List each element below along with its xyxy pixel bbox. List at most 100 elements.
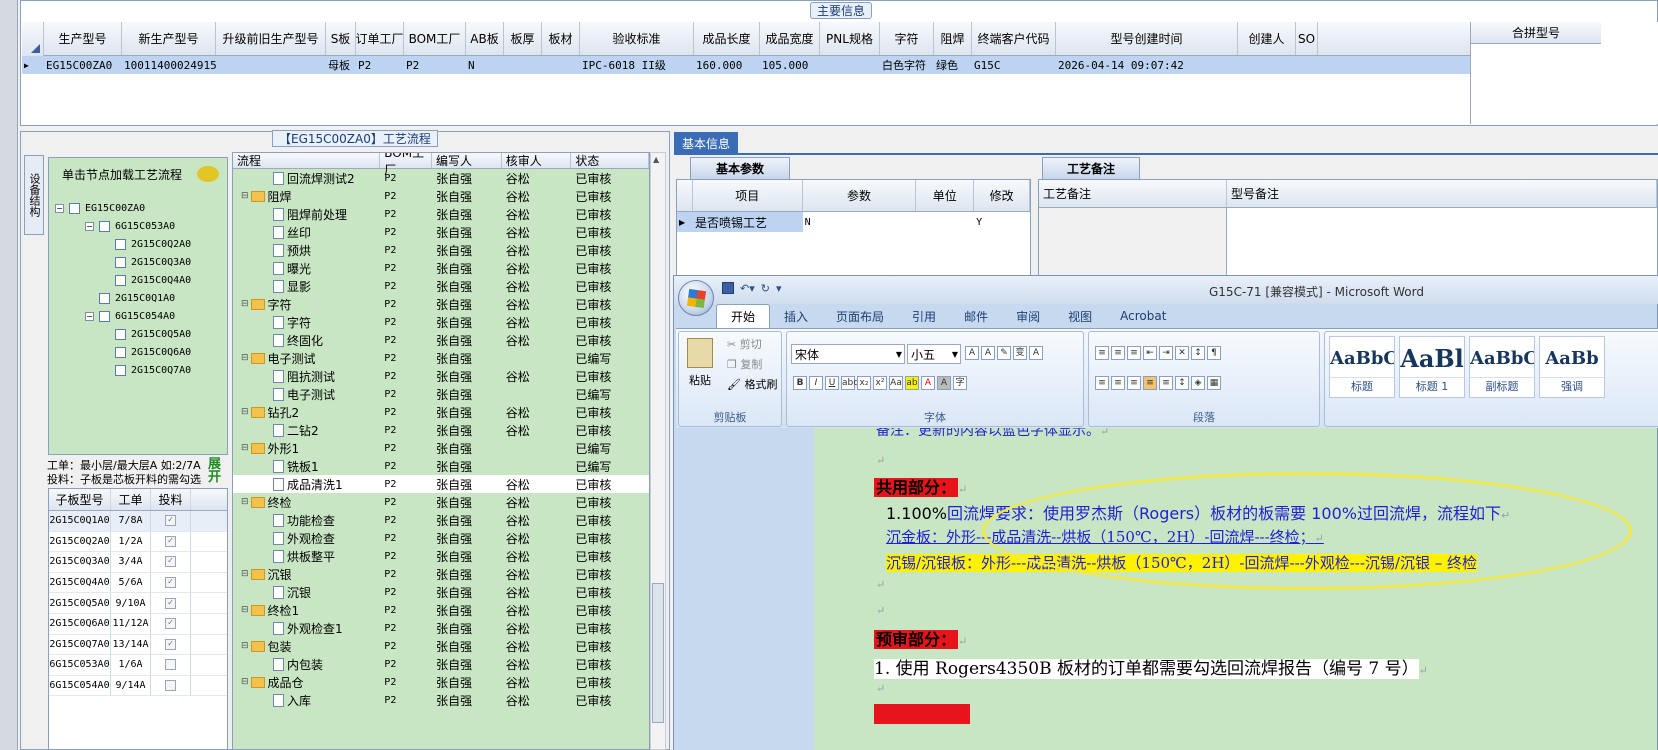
params-row[interactable]: ▶ 是否喷锡工艺 N Y bbox=[677, 212, 1030, 232]
sub-board-order[interactable]: 11/12A bbox=[111, 613, 151, 634]
collapse-icon[interactable]: ⊟ bbox=[241, 641, 249, 651]
scroll-up-icon[interactable]: ▲ bbox=[653, 155, 659, 164]
ribbon-tab[interactable]: 引用 bbox=[898, 304, 950, 328]
grid-cell[interactable]: 105.000 bbox=[760, 56, 820, 74]
bullets-icon[interactable]: ≡ bbox=[1095, 346, 1109, 360]
grow-font-icon[interactable]: A bbox=[965, 346, 979, 360]
increase-indent-icon[interactable]: ⇥ bbox=[1159, 346, 1173, 360]
ribbon-tab[interactable]: 视图 bbox=[1054, 304, 1106, 328]
column-header[interactable]: 终端客户代码 bbox=[972, 22, 1056, 55]
tree-node[interactable]: 2G15C0Q1A0 bbox=[99, 290, 175, 306]
grid-cell[interactable]: IPC-6018 II级 bbox=[580, 56, 694, 74]
tree-node[interactable]: 6G15C054A0 bbox=[99, 308, 175, 324]
superscript-icon[interactable]: x² bbox=[873, 376, 887, 390]
show-marks-icon[interactable]: ¶ bbox=[1207, 346, 1221, 360]
flow-row[interactable]: 外观检查1 P2 张自强 谷松 已审核 bbox=[233, 619, 649, 637]
save-icon[interactable] bbox=[722, 282, 734, 294]
style-gallery-item[interactable]: AaBl 标题 1 bbox=[1399, 336, 1465, 398]
style-gallery-item[interactable]: AaBb 强调 bbox=[1539, 336, 1605, 398]
feed-checkbox[interactable]: ✓ bbox=[165, 638, 176, 650]
column-header[interactable]: S板 bbox=[326, 22, 356, 55]
borders-icon[interactable]: ▦ bbox=[1207, 376, 1221, 390]
style-gallery-item[interactable]: AaBbC 标题 bbox=[1329, 336, 1395, 398]
clear-format-icon[interactable]: ✎ bbox=[997, 346, 1011, 360]
decrease-indent-icon[interactable]: ⇤ bbox=[1143, 346, 1157, 360]
column-header[interactable]: 型号创建时间 bbox=[1056, 22, 1238, 55]
flow-row[interactable]: 终固化 P2 张自强 谷松 已审核 bbox=[233, 331, 649, 349]
column-header[interactable]: 板材 bbox=[542, 22, 580, 55]
sub-board-row[interactable]: 6G15C054A0 9/14A bbox=[49, 675, 227, 697]
sub-board-row[interactable]: 6G15C053A0 1/6A bbox=[49, 655, 227, 676]
flow-row[interactable]: 阻抗测试 P2 张自强 谷松 已审核 bbox=[233, 367, 649, 385]
grid-cell[interactable]: G15C bbox=[972, 56, 1056, 74]
ribbon-tab[interactable]: 页面布局 bbox=[822, 304, 898, 328]
align-left-icon[interactable]: ≡ bbox=[1095, 376, 1109, 390]
feed-checkbox[interactable]: ✓ bbox=[165, 577, 176, 589]
sub-board-order[interactable]: 5/6A bbox=[111, 572, 151, 593]
italic-icon[interactable]: I bbox=[809, 376, 823, 390]
sub-column-header[interactable]: 工单 bbox=[111, 489, 151, 510]
flow-row[interactable]: 外观检查 P2 张自强 谷松 已审核 bbox=[233, 529, 649, 547]
justify-icon[interactable]: ≡ bbox=[1143, 376, 1157, 390]
flow-row[interactable]: 显影 P2 张自强 谷松 已审核 bbox=[233, 277, 649, 295]
paste-icon[interactable] bbox=[687, 338, 713, 368]
grid-cell[interactable]: 160.000 bbox=[694, 56, 760, 74]
flow-row[interactable]: 丝印 P2 张自强 谷松 已审核 bbox=[233, 223, 649, 241]
param-column-header[interactable]: 单位 bbox=[916, 180, 975, 211]
tree-node[interactable]: 6G15C053A0 bbox=[99, 218, 175, 234]
feed-checkbox[interactable]: ✓ bbox=[165, 556, 176, 568]
flow-column-header[interactable]: 状态 bbox=[571, 153, 649, 168]
tab-basic-info[interactable]: 基本信息 bbox=[674, 132, 738, 154]
column-header[interactable]: PNL规格 bbox=[820, 22, 880, 55]
style-gallery-item[interactable]: AaBbC 副标题 bbox=[1469, 336, 1535, 398]
grid-cell[interactable]: 2026-04-14 09:07:42 bbox=[1056, 56, 1238, 74]
sub-board-row[interactable]: 2G15C0Q3A0 3/4A ✓ bbox=[49, 552, 227, 573]
column-header[interactable]: 验收标准 bbox=[580, 22, 694, 55]
grid-cell[interactable]: 母板 bbox=[326, 56, 356, 74]
tree-node[interactable]: 2G15C0Q7A0 bbox=[115, 362, 191, 378]
flow-row[interactable]: 烘板整平 P2 张自强 谷松 已审核 bbox=[233, 547, 649, 565]
cut-button[interactable]: ✂ 剪切 bbox=[727, 336, 762, 352]
font-color-icon[interactable]: A bbox=[921, 376, 935, 390]
sub-column-header[interactable]: 投料 bbox=[151, 489, 191, 510]
office-button[interactable] bbox=[678, 280, 714, 316]
feed-checkbox[interactable] bbox=[165, 680, 176, 692]
column-header[interactable]: 阻焊 bbox=[934, 22, 972, 55]
sub-board-row[interactable]: 2G15C0Q7A0 13/14A ✓ bbox=[49, 634, 227, 656]
sub-board-order[interactable]: 3/4A bbox=[111, 552, 151, 572]
column-header[interactable]: 生产型号 bbox=[44, 22, 122, 55]
feed-checkbox[interactable]: ✓ bbox=[165, 597, 176, 609]
flow-row[interactable]: ⊟ 终检 P2 张自强 谷松 已审核 bbox=[233, 493, 649, 511]
flow-column-header[interactable]: 核审人 bbox=[502, 153, 572, 168]
collapse-icon[interactable]: − bbox=[55, 204, 64, 213]
ribbon-tab[interactable]: 审阅 bbox=[1002, 304, 1054, 328]
tree-node[interactable]: 2G15C0Q6A0 bbox=[115, 344, 191, 360]
numbering-icon[interactable]: ≡ bbox=[1111, 346, 1125, 360]
sort-icon[interactable]: ↕ bbox=[1191, 346, 1205, 360]
feed-checkbox[interactable]: ✓ bbox=[165, 535, 176, 547]
change-case-icon[interactable]: Aa bbox=[889, 376, 903, 390]
grid-cell[interactable] bbox=[542, 56, 580, 74]
flow-row[interactable]: 成品清洗1 P2 张自强 谷松 已审核 bbox=[233, 475, 649, 493]
flow-row[interactable]: ⊟ 外形1 P2 张自强 已编写 bbox=[233, 439, 649, 457]
undo-icon[interactable]: ↶▾ bbox=[740, 282, 755, 295]
flow-row[interactable]: 内包装 P2 张自强 谷松 已审核 bbox=[233, 655, 649, 673]
flow-row[interactable]: 阻焊前处理 P2 张自强 谷松 已审核 bbox=[233, 205, 649, 223]
sub-board-order[interactable]: 9/14A bbox=[111, 675, 151, 696]
column-header[interactable]: AB板 bbox=[466, 22, 504, 55]
column-header[interactable]: SO bbox=[1296, 22, 1318, 55]
collapse-icon[interactable]: ⊟ bbox=[241, 605, 249, 615]
tab-process-notes[interactable]: 工艺备注 bbox=[1042, 157, 1140, 179]
shading-icon[interactable]: ◈ bbox=[1191, 376, 1205, 390]
ribbon-tab[interactable]: 邮件 bbox=[950, 304, 1002, 328]
grid-cell[interactable]: P2 bbox=[404, 56, 466, 74]
multilevel-icon[interactable]: ≡ bbox=[1127, 346, 1141, 360]
collapse-icon[interactable]: ⊟ bbox=[241, 407, 249, 417]
flow-row[interactable]: ⊟ 阻焊 P2 张自强 谷松 已审核 bbox=[233, 187, 649, 205]
flow-row[interactable]: ⊟ 成品仓 P2 张自强 谷松 已审核 bbox=[233, 673, 649, 691]
feed-checkbox[interactable] bbox=[165, 659, 176, 671]
flow-scrollbar[interactable]: ▲ bbox=[650, 152, 666, 750]
collapse-icon[interactable]: ⊟ bbox=[241, 191, 249, 201]
align-right-icon[interactable]: ≡ bbox=[1127, 376, 1141, 390]
grid-cell[interactable]: 绿色 bbox=[934, 56, 972, 74]
